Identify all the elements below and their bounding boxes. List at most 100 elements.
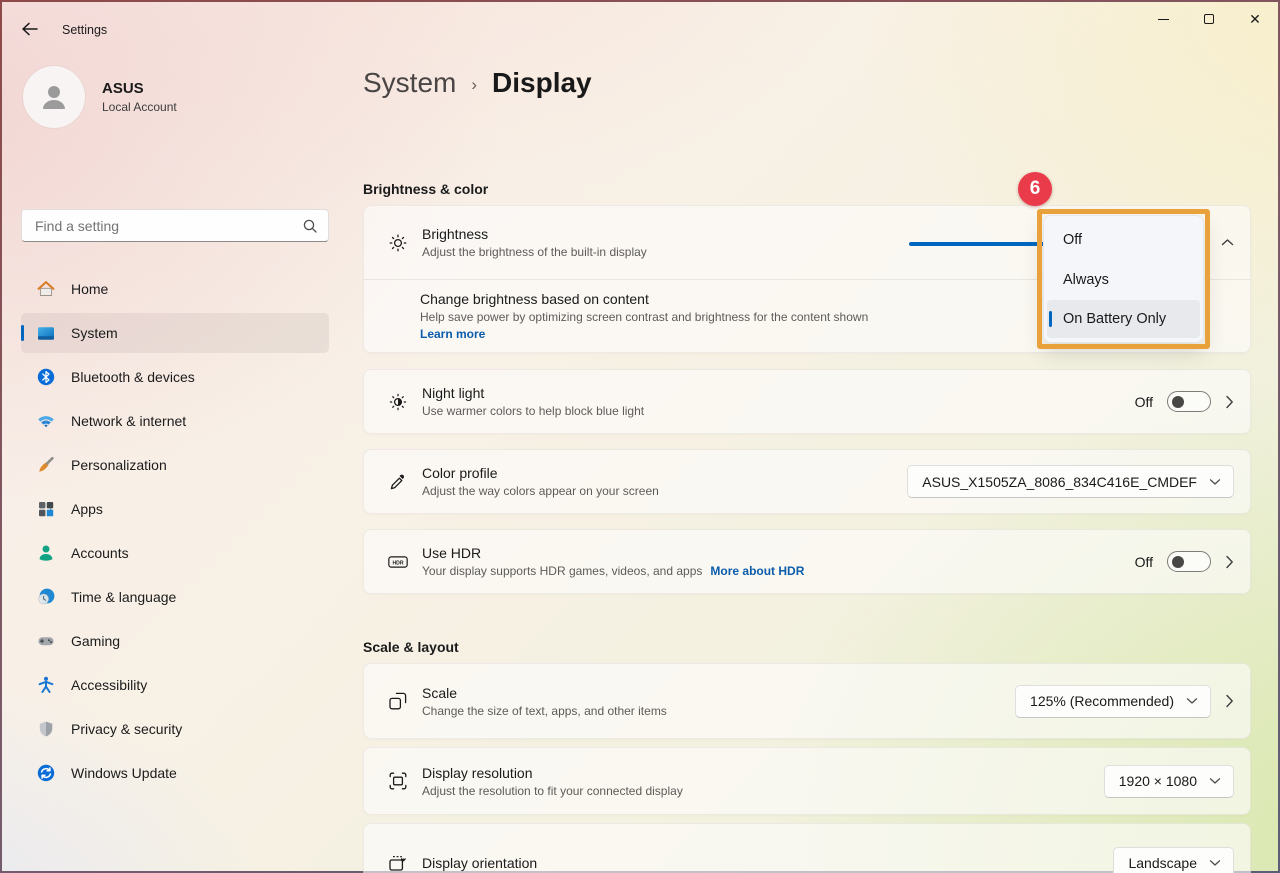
home-icon xyxy=(35,279,56,300)
sidebar-nav: Home System Bluetooth & xyxy=(21,269,329,797)
section-scale-layout: Scale & layout xyxy=(363,639,1251,655)
chevron-right-icon[interactable] xyxy=(1225,555,1234,569)
breadcrumb: System › Display xyxy=(363,67,592,99)
use-hdr-title: Use HDR xyxy=(422,545,804,561)
search-icon xyxy=(302,218,318,234)
chevron-up-icon[interactable] xyxy=(1221,238,1234,247)
brightness-subtitle: Adjust the brightness of the built-in di… xyxy=(422,245,647,259)
sidebar-item-time-language[interactable]: Time & language xyxy=(21,577,329,617)
sidebar-item-bluetooth-devices[interactable]: Bluetooth & devices xyxy=(21,357,329,397)
user-name: ASUS xyxy=(102,80,177,97)
windows-update-icon xyxy=(35,763,56,784)
personalization-icon xyxy=(35,455,56,476)
content-brightness-subtitle: Help save power by optimizing screen con… xyxy=(420,310,868,324)
sidebar: ASUS Local Account Home xyxy=(2,50,349,871)
maximize-icon xyxy=(1204,14,1214,24)
sidebar-item-accounts[interactable]: Accounts xyxy=(21,533,329,573)
display-orientation-row[interactable]: Display orientation Landscape xyxy=(363,823,1251,873)
avatar xyxy=(23,66,85,128)
dropdown-option-off[interactable]: Off xyxy=(1044,220,1203,260)
hdr-icon: HDR xyxy=(387,551,409,573)
scale-dropdown[interactable]: 125% (Recommended) xyxy=(1015,685,1211,718)
close-button[interactable]: ✕ xyxy=(1232,2,1278,36)
night-light-icon xyxy=(387,391,409,413)
bluetooth-icon xyxy=(35,367,56,388)
chevron-right-icon[interactable] xyxy=(1225,395,1234,409)
brightness-slider[interactable] xyxy=(909,242,1045,246)
time-language-icon xyxy=(35,587,56,608)
display-resolution-subtitle: Adjust the resolution to fit your connec… xyxy=(422,784,683,798)
user-account-type: Local Account xyxy=(102,100,177,114)
page-title: Display xyxy=(492,67,592,99)
night-light-toggle[interactable] xyxy=(1167,391,1211,412)
display-orientation-dropdown[interactable]: Landscape xyxy=(1113,847,1234,873)
arrow-left-icon xyxy=(20,20,40,38)
scale-row[interactable]: Scale Change the size of text, apps, and… xyxy=(363,663,1251,739)
sidebar-item-gaming[interactable]: Gaming xyxy=(21,621,329,661)
sidebar-item-privacy-security[interactable]: Privacy & security xyxy=(21,709,329,749)
section-brightness-color: Brightness & color xyxy=(363,181,1251,197)
use-hdr-state: Off xyxy=(1135,554,1153,570)
night-light-subtitle: Use warmer colors to help block blue lig… xyxy=(422,404,644,418)
chevron-right-icon[interactable] xyxy=(1225,694,1234,708)
display-resolution-dropdown[interactable]: 1920 × 1080 xyxy=(1104,765,1234,798)
brightness-content-dropdown-menu: Off Always On Battery Only xyxy=(1043,215,1204,343)
color-profile-icon xyxy=(387,471,409,493)
user-account[interactable]: ASUS Local Account xyxy=(23,66,177,128)
sidebar-item-accessibility[interactable]: Accessibility xyxy=(21,665,329,705)
chevron-down-icon xyxy=(1209,777,1221,785)
main-content: System › Display Brightness & color Brig… xyxy=(363,50,1251,871)
display-orientation-icon xyxy=(387,852,409,873)
night-light-state: Off xyxy=(1135,394,1153,410)
search-input[interactable] xyxy=(35,218,302,234)
maximize-button[interactable] xyxy=(1186,2,1232,36)
gaming-icon xyxy=(35,631,56,652)
color-profile-dropdown[interactable]: ASUS_X1505ZA_8086_834C416E_CMDEF xyxy=(907,465,1234,498)
scale-title: Scale xyxy=(422,685,667,701)
use-hdr-row[interactable]: HDR Use HDR Your display supports HDR ga… xyxy=(363,529,1251,594)
system-icon xyxy=(35,323,56,344)
sidebar-item-system[interactable]: System xyxy=(21,313,329,353)
sidebar-item-home[interactable]: Home xyxy=(21,269,329,309)
dropdown-option-always[interactable]: Always xyxy=(1044,260,1203,300)
network-icon xyxy=(35,411,56,432)
scale-icon xyxy=(387,690,409,712)
breadcrumb-system[interactable]: System xyxy=(363,67,456,99)
use-hdr-subtitle: Your display supports HDR games, videos,… xyxy=(422,564,804,578)
shield-icon xyxy=(35,719,56,740)
annotation-step-badge: 6 xyxy=(1018,172,1052,206)
sidebar-item-windows-update[interactable]: Windows Update xyxy=(21,753,329,793)
search-box[interactable] xyxy=(21,209,329,242)
dropdown-option-on-battery-only[interactable]: On Battery Only xyxy=(1047,300,1200,338)
scale-subtitle: Change the size of text, apps, and other… xyxy=(422,704,667,718)
more-about-hdr-link[interactable]: More about HDR xyxy=(710,564,804,578)
minimize-icon xyxy=(1158,19,1169,20)
color-profile-subtitle: Adjust the way colors appear on your scr… xyxy=(422,484,659,498)
apps-icon xyxy=(35,499,56,520)
display-resolution-title: Display resolution xyxy=(422,765,683,781)
svg-text:HDR: HDR xyxy=(392,560,403,566)
learn-more-link[interactable]: Learn more xyxy=(420,327,868,341)
display-resolution-row[interactable]: Display resolution Adjust the resolution… xyxy=(363,747,1251,815)
breadcrumb-separator: › xyxy=(471,75,477,95)
app-title: Settings xyxy=(62,23,107,37)
use-hdr-toggle[interactable] xyxy=(1167,551,1211,572)
minimize-button[interactable] xyxy=(1140,2,1186,36)
sidebar-item-apps[interactable]: Apps xyxy=(21,489,329,529)
sidebar-item-network-internet[interactable]: Network & internet xyxy=(21,401,329,441)
back-button[interactable] xyxy=(20,20,42,40)
chevron-down-icon xyxy=(1186,697,1198,705)
color-profile-row[interactable]: Color profile Adjust the way colors appe… xyxy=(363,449,1251,514)
night-light-title: Night light xyxy=(422,385,644,401)
brightness-icon xyxy=(387,232,409,254)
person-icon xyxy=(37,80,71,114)
sidebar-item-personalization[interactable]: Personalization xyxy=(21,445,329,485)
titlebar: Settings ✕ xyxy=(2,2,1278,50)
night-light-row[interactable]: Night light Use warmer colors to help bl… xyxy=(363,369,1251,434)
close-icon: ✕ xyxy=(1249,12,1261,26)
accounts-icon xyxy=(35,543,56,564)
brightness-title: Brightness xyxy=(422,226,647,242)
display-resolution-icon xyxy=(387,770,409,792)
content-brightness-title: Change brightness based on content xyxy=(420,291,868,307)
accessibility-icon xyxy=(35,675,56,696)
